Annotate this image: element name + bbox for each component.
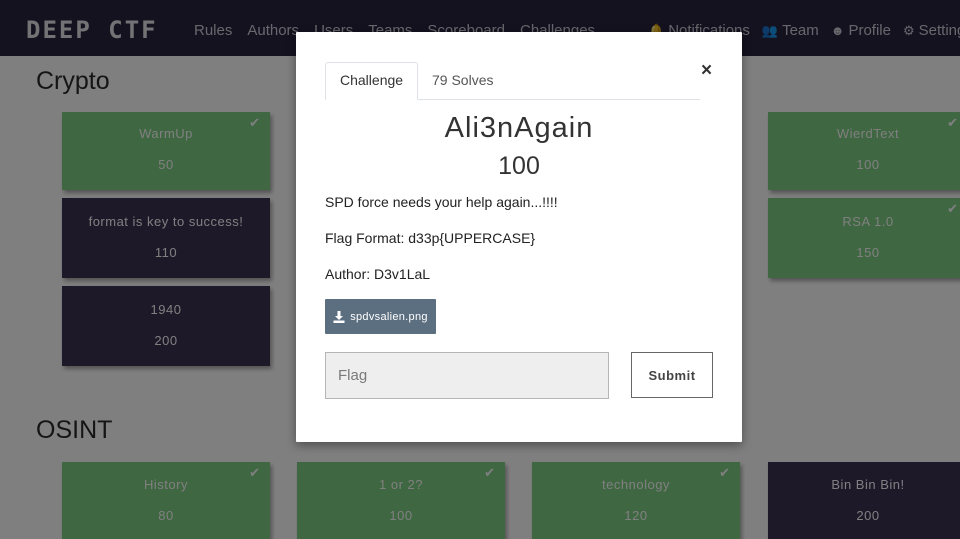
challenge-points: 100 xyxy=(498,152,540,180)
challenge-title: Ali3nAgain xyxy=(444,112,594,144)
flag-input[interactable] xyxy=(325,352,609,399)
description-line: SPD force needs your help again...!!!! xyxy=(325,194,558,210)
close-icon[interactable]: × xyxy=(701,60,712,82)
download-icon xyxy=(333,310,345,323)
download-file-name: spdvsalien.png xyxy=(350,310,428,323)
download-file-button[interactable]: spdvsalien.png xyxy=(325,299,436,334)
flag-format-line: Flag Format: d33p{UPPERCASE} xyxy=(325,230,536,246)
challenge-modal: Challenge 79 Solves × Ali3nAgain 100 SPD… xyxy=(296,32,742,442)
author-line: Author: D3v1LaL xyxy=(325,266,431,282)
tab-solves[interactable]: 79 Solves xyxy=(417,62,508,100)
tab-challenge[interactable]: Challenge xyxy=(325,62,419,100)
modal-tabs: Challenge 79 Solves xyxy=(325,62,700,100)
submit-button[interactable]: Submit xyxy=(631,352,713,398)
